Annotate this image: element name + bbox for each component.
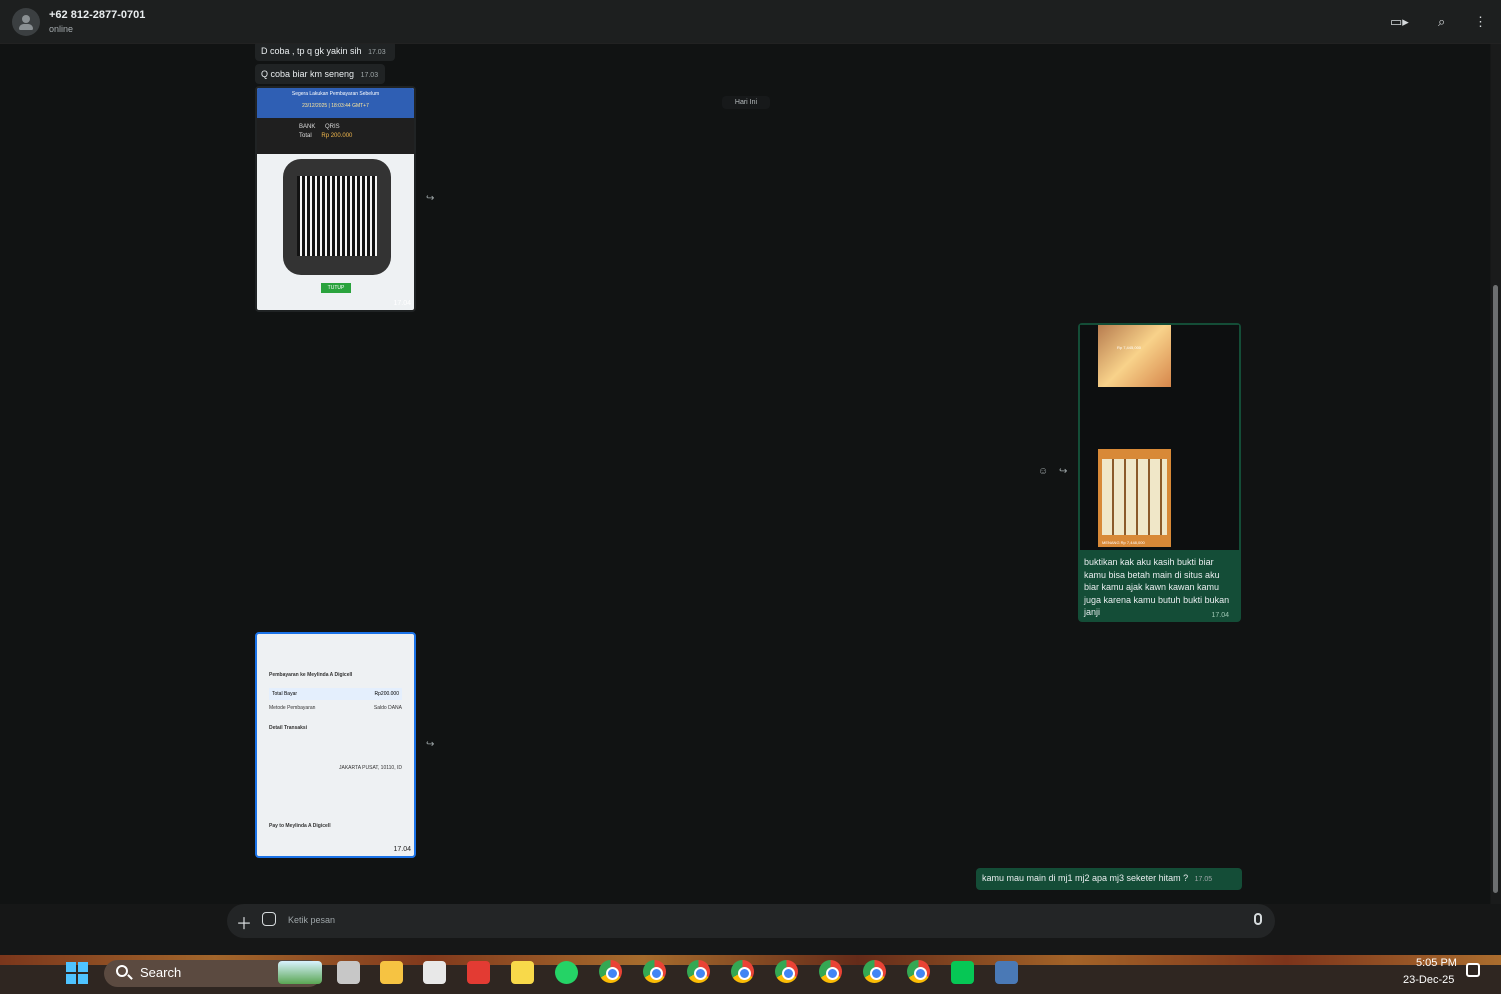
bank-label: BANK (299, 124, 316, 130)
chrome-icon[interactable] (775, 960, 798, 983)
total-value: Rp 200.000 (321, 133, 353, 139)
message-composer (227, 904, 1275, 938)
notification-icon[interactable] (1466, 963, 1480, 977)
message-time: 17.04 (1211, 612, 1229, 619)
file-explorer-icon[interactable] (380, 961, 403, 984)
avatar[interactable] (12, 8, 40, 36)
contact-name[interactable]: +62 812-2877-0701 (49, 9, 145, 21)
message-time: 17.03 (360, 72, 379, 79)
message-time: 17.05 (1194, 876, 1213, 883)
total-value: Rp200.000 (374, 691, 399, 697)
chrome-icon[interactable] (819, 960, 842, 983)
start-button[interactable] (66, 962, 89, 985)
search-icon[interactable]: ⌕ (1438, 14, 1445, 30)
qris-image-message[interactable]: Segera Lakukan Pembayaran Sebelum 23/12/… (255, 86, 416, 312)
taskbar-search-text: Search (140, 965, 182, 980)
bank-value: QRIS (325, 124, 340, 130)
payment-details: BANK QRIS Total Rp 200.000 (257, 118, 414, 154)
chrome-icon[interactable] (863, 960, 886, 983)
date-divider: Hari Ini (722, 96, 770, 109)
qr-code-frame (283, 159, 391, 275)
message-text: D coba , tp q gk yakin sih (261, 46, 362, 56)
jackpot-label: MENANG Rp 7,448,000 (1102, 540, 1145, 545)
search-icon (116, 965, 128, 977)
total-label: Total Bayar (272, 691, 298, 697)
chat-header: +62 812-2877-0701 online ▭▸ ⌕ ⋮ (0, 0, 1501, 44)
method-value: Saldo DANA (373, 705, 402, 711)
total-label: Total (299, 133, 312, 139)
banner-date: 23/12/2025 | 18:03:44 GMT+7 (302, 103, 369, 109)
line-icon[interactable] (951, 961, 974, 984)
message-bubble[interactable]: kamu mau main di mj1 mj2 apa mj3 seketer… (976, 868, 1242, 890)
chrome-icon[interactable] (907, 960, 930, 983)
qr-code (297, 176, 377, 256)
message-text: buktikan kak aku kasih bukti biar kamu b… (1084, 557, 1230, 617)
close-button[interactable]: TUTUP (321, 283, 351, 293)
message-bubble[interactable]: Q coba biar km seneng 17.03 (255, 64, 385, 84)
forward-icon[interactable]: ↪ (426, 739, 434, 750)
message-time: 17.04 (393, 846, 411, 853)
outgoing-image-message[interactable]: Rp 7,445,000 MENANG Rp 7,448,000 buktika… (1078, 323, 1241, 622)
message-time: 17.04 (393, 300, 411, 307)
message-time: 17.03 (368, 49, 386, 56)
task-view-icon[interactable] (337, 961, 360, 984)
blue-app-icon[interactable] (995, 961, 1018, 984)
jackpot-image-top: Rp 7,445,000 (1098, 325, 1171, 387)
qris-banner: Segera Lakukan Pembayaran Sebelum 23/12/… (257, 88, 414, 118)
total-row: Total Bayar Rp200.000 (269, 688, 402, 700)
sticker-icon[interactable] (262, 912, 276, 926)
taskbar-date[interactable]: 23-Dec-25 (1403, 974, 1454, 986)
message-input[interactable]: Ketik pesan (288, 915, 335, 925)
emoji-icon[interactable]: ☺ (1038, 466, 1048, 477)
message-text: Q coba biar km seneng (261, 69, 355, 79)
receipt-content: Pembayaran ke Meylinda A Digicell Total … (257, 634, 414, 829)
location: JAKARTA PUSAT, 10110, ID (339, 765, 402, 771)
whatsapp-window: +62 812-2877-0701 online ▭▸ ⌕ ⋮ Hari Ini… (0, 0, 1501, 955)
banner-title: Segera Lakukan Pembayaran Sebelum (291, 91, 380, 97)
contact-status: online (49, 24, 74, 34)
taskbar-time[interactable]: 5:05 PM (1416, 957, 1457, 969)
proof-image: Rp 7,445,000 MENANG Rp 7,448,000 (1080, 325, 1239, 550)
chrome-icon[interactable] (599, 960, 622, 983)
menu-icon[interactable]: ⋮ (1474, 14, 1487, 30)
receipt-image-message[interactable]: Pembayaran ke Meylinda A Digicell Total … (255, 632, 416, 858)
method-label: Metode Pembayaran (269, 705, 316, 711)
microphone-icon[interactable] (1254, 913, 1262, 925)
scrollbar-thumb[interactable] (1493, 285, 1498, 893)
message-bubble[interactable]: D coba , tp q gk yakin sih 17.03 (255, 44, 395, 61)
mahjong-image: MENANG Rp 7,448,000 (1098, 449, 1171, 547)
receipt-footer: Pay to Meylinda A Digicell (269, 823, 331, 829)
amount-label: Rp 7,445,000 (1117, 345, 1142, 350)
chrome-icon[interactable] (643, 960, 666, 983)
video-call-icon[interactable]: ▭▸ (1390, 14, 1409, 30)
forward-icon[interactable]: ↪ (1059, 466, 1067, 477)
receipt-merchant: Pembayaran ke Meylinda A Digicell (269, 672, 353, 678)
chrome-icon[interactable] (731, 960, 754, 983)
wps-icon[interactable] (467, 961, 490, 984)
details-title: Detail Transaksi (269, 725, 308, 731)
chrome-icon[interactable] (687, 960, 710, 983)
landscape-icon[interactable] (278, 961, 322, 984)
chat-panel: Hari Ini D coba , tp q gk yakin sih 17.0… (0, 44, 1490, 904)
forward-icon[interactable]: ↪ (426, 193, 434, 204)
attach-button[interactable]: ＋ (236, 910, 252, 934)
notepad-icon[interactable] (423, 961, 446, 984)
message-text: kamu mau main di mj1 mj2 apa mj3 seketer… (982, 873, 1189, 883)
sticky-notes-icon[interactable] (511, 961, 534, 984)
whatsapp-icon[interactable] (555, 961, 578, 984)
